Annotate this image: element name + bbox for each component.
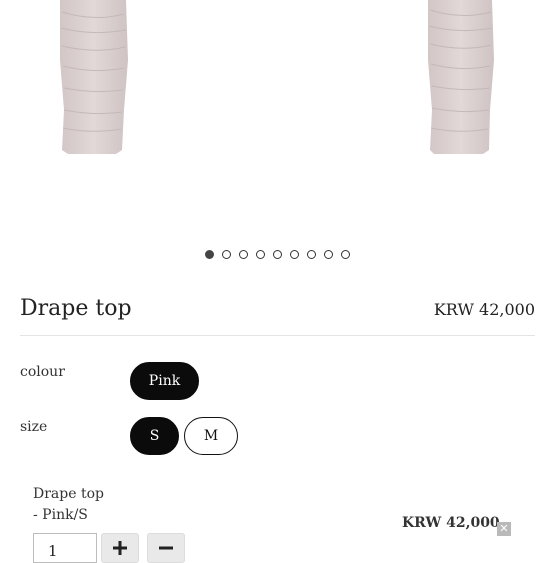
size-option-label: S	[149, 428, 160, 444]
increase-quantity-button[interactable]	[101, 533, 139, 563]
colour-option-label: Pink	[148, 373, 181, 389]
size-label: size	[20, 419, 48, 435]
plus-icon	[113, 541, 127, 555]
decrease-quantity-button[interactable]	[147, 533, 185, 563]
gallery-dot[interactable]	[290, 250, 299, 259]
gallery-dot[interactable]	[256, 250, 265, 259]
colour-label: colour	[20, 364, 65, 380]
gallery-dot[interactable]	[205, 250, 214, 259]
gallery-dot[interactable]	[273, 250, 282, 259]
product-title: Drape top	[20, 296, 132, 321]
quantity-input[interactable]: 1	[33, 533, 97, 563]
product-image-gallery[interactable]	[0, 0, 555, 240]
remove-item-button[interactable]: ✕	[497, 522, 511, 536]
gallery-dot[interactable]	[239, 250, 248, 259]
size-option-s[interactable]: S	[130, 417, 179, 455]
colour-option-pink[interactable]: Pink	[130, 362, 199, 400]
gallery-dot[interactable]	[324, 250, 333, 259]
product-price: KRW 42,000	[433, 300, 535, 319]
selected-item-price: KRW 42,000	[402, 515, 500, 531]
close-icon: ✕	[499, 522, 509, 535]
selected-item-variant: - Pink/S	[33, 507, 88, 523]
gallery-dot[interactable]	[222, 250, 231, 259]
divider	[20, 335, 535, 336]
selected-item-name: Drape top	[33, 486, 104, 502]
gallery-dot[interactable]	[341, 250, 350, 259]
size-option-m[interactable]: M	[184, 417, 238, 455]
minus-icon	[159, 546, 173, 550]
gallery-pagination	[0, 250, 555, 259]
product-image	[60, 0, 494, 154]
gallery-dot[interactable]	[307, 250, 316, 259]
size-option-label: M	[203, 428, 219, 444]
